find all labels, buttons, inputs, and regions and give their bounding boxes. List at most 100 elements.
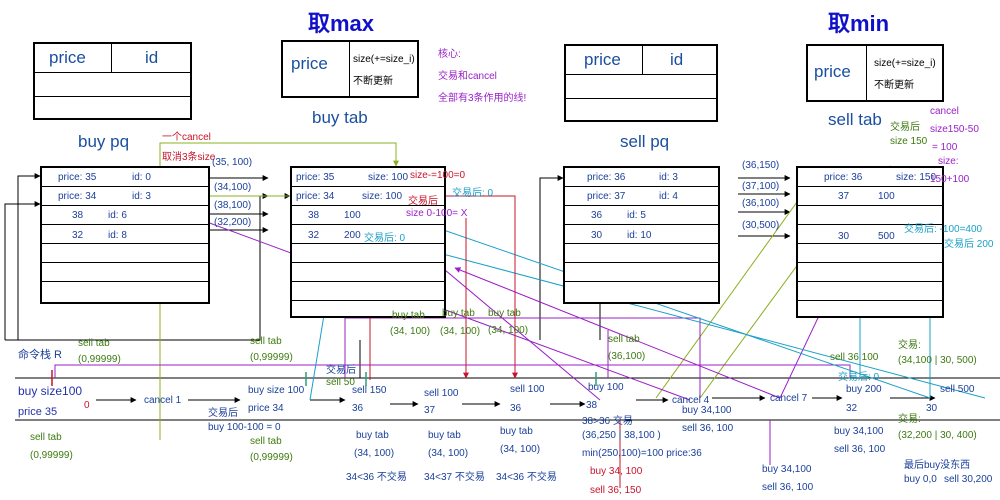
title-min: 取min [828, 11, 890, 36]
buy-pq-header-box: price id [33, 42, 192, 120]
sell-tab-header-box: price size(+=size_i) 不断更新 [806, 44, 944, 102]
above-buy-tab-c: buy tab [488, 308, 521, 319]
below-c4-sell: sell 36, 100 [682, 423, 734, 434]
arrow-label-35: (35, 100) [212, 157, 253, 168]
sell-arrow-label-36b: (36,100) [742, 198, 780, 209]
buy-tab-row3-size: 100 [344, 210, 361, 221]
sell-pq-id-header: id [670, 50, 684, 69]
below-sell-tab-l-value: (0,99999) [30, 450, 73, 461]
note-size-zero: size 0-100= X [406, 208, 468, 219]
note-after-zero-2: 交易后: 0 [364, 233, 406, 244]
sell-note-size150: size 150 [890, 136, 928, 147]
above-trade-r1: 交易: [898, 340, 921, 351]
buy-pq-row2-id: id: 3 [132, 191, 151, 202]
below-buy-calc: buy 100-100 = 0 [208, 422, 281, 433]
sell-tab-size-sub: 不断更新 [874, 80, 914, 91]
sell-tab-price-header: price [814, 62, 851, 81]
tl-32: 32 [846, 403, 858, 414]
tl-36: 36 [352, 403, 364, 414]
sell-note-cancel: cancel [930, 106, 959, 117]
sell-pq-row4-id: id: 10 [627, 230, 652, 241]
below-bt3-value: (34, 100) [500, 444, 541, 455]
tl-buy-200: buy 200 [846, 384, 882, 395]
tl-price-35: price 35 [18, 406, 58, 418]
below-after-trade: 交易后 [208, 408, 238, 419]
buy-pq-row3-id: id: 6 [108, 210, 127, 221]
sell-note-after-trade: 交易后 [890, 122, 920, 133]
below-last-note: 最后buy没东西 [904, 460, 971, 471]
buy-tab-row3-price: 38 [308, 210, 320, 221]
tl-30: 30 [926, 403, 938, 414]
tl-sell-100b: sell 100 [510, 384, 545, 395]
tl-cancel-1: cancel 1 [144, 395, 182, 406]
buy-tab-price-header: price [291, 54, 328, 73]
arrow-label-32: (32,200) [214, 217, 252, 228]
tl-sell-150: sell 150 [352, 385, 387, 396]
below-b2-sell: sell 36, 100 [834, 444, 886, 455]
tl-buy-100: buy 100 [588, 382, 624, 393]
command-stack-label: 命令栈 R [18, 349, 62, 361]
tl-cancel-7: cancel 7 [770, 393, 808, 404]
below-bt3: buy tab [500, 426, 533, 437]
buy-tab-row2-size: size: 100 [362, 191, 403, 202]
sell-tab-table: price: 36 size: 150 37 100 30 500 [796, 166, 944, 318]
above-zero-1: (0,99999) [78, 354, 121, 365]
buy-tab-size-header: size(+=size_i) [353, 54, 415, 65]
below-min-calc: min(250,100)=100 price:36 [582, 448, 702, 459]
below-trade-r2: 交易: [898, 414, 921, 425]
sell-pq-row2-id: id: 4 [659, 191, 678, 202]
below-bt2-value: (34, 100) [428, 448, 469, 459]
note-after-trade: 交易后 [408, 196, 438, 207]
below-c7-sell: sell 36, 100 [762, 482, 814, 493]
above-sell-tab-3: sell tab [608, 334, 640, 345]
tl-price-34: price 34 [248, 403, 284, 414]
sell-arrow-label-36: (36,150) [742, 160, 780, 171]
sell-pq-table: price: 36 id: 3 price: 37 id: 4 36 id: 5… [563, 166, 720, 304]
tl-37: 37 [424, 405, 436, 416]
above-sell-tab-3-value: (36,100) [608, 351, 646, 362]
sell-tab-size-header: size(+=size_i) [874, 58, 936, 69]
buy-tab-row1-price: price: 35 [296, 172, 335, 183]
above-buy-tab-a-value: (34, 100) [390, 326, 431, 337]
sell-tab-row1-price: price: 36 [824, 172, 863, 183]
buy-tab-header-box: price size(+=size_i) 不断更新 [281, 40, 419, 98]
sell-pq-label: sell pq [620, 132, 670, 151]
sell-tab-row3-price: 30 [838, 231, 850, 242]
sell-pq-row1-price: price: 36 [587, 172, 626, 183]
above-buy-tab-b: buy tab [442, 308, 475, 319]
above-buy-tab-c-value: (34, 100) [488, 325, 529, 336]
sell-pq-row2-price: price: 37 [587, 191, 626, 202]
above-sell-tab-1: sell tab [78, 338, 110, 349]
note-after-zero: 交易后: 0 [452, 188, 494, 199]
sell-note-size150-50: size150-50 [930, 124, 979, 135]
below-bt1-value: (34, 100) [354, 448, 395, 459]
below-trade-38-value: (36,250 | 38,100 ) [582, 430, 661, 441]
buy-tab-size-sub: 不断更新 [353, 76, 393, 87]
above-buy-tab-b-value: (34, 100) [440, 326, 481, 337]
above-trade-r1-value: (34,100 | 30, 500) [898, 355, 977, 366]
sell-pq-row3-price: 36 [591, 210, 603, 221]
below-sell-36: sell 36, 150 [590, 485, 642, 496]
tl-buy-size-100b: buy size 100 [248, 385, 305, 396]
sell-tab-label: sell tab [828, 110, 882, 129]
below-bt1-note: 34<36 不交易 [346, 472, 407, 483]
above-after-zero: 交易后: 0 [838, 372, 880, 383]
sell-pq-row1-id: id: 3 [659, 172, 678, 183]
arrow-label-34: (34,100) [214, 182, 252, 193]
tl-sell-100a: sell 100 [424, 388, 459, 399]
buy-pq-price-header: price [49, 48, 86, 67]
buy-tab-row4-price: 32 [308, 230, 320, 241]
sell-note-size-colon: size: [938, 156, 959, 167]
below-sell-tab-m: sell tab [250, 436, 282, 447]
sell-pq-row3-id: id: 5 [627, 210, 646, 221]
core-note: 核心: 交易和cancel 全部有3条作用的线! [438, 49, 527, 104]
buy-pq-row4-id: id: 8 [108, 230, 127, 241]
tl-sell-500: sell 500 [940, 384, 975, 395]
title-max: 取max [308, 11, 375, 36]
sell-pq-header-box: price id [564, 44, 718, 122]
above-sell-50: sell 50 [326, 377, 355, 388]
below-bt2: buy tab [428, 430, 461, 441]
buy-pq-label: buy pq [78, 132, 130, 151]
tl-36b: 36 [510, 403, 522, 414]
below-sell-tab-l: sell tab [30, 432, 62, 443]
